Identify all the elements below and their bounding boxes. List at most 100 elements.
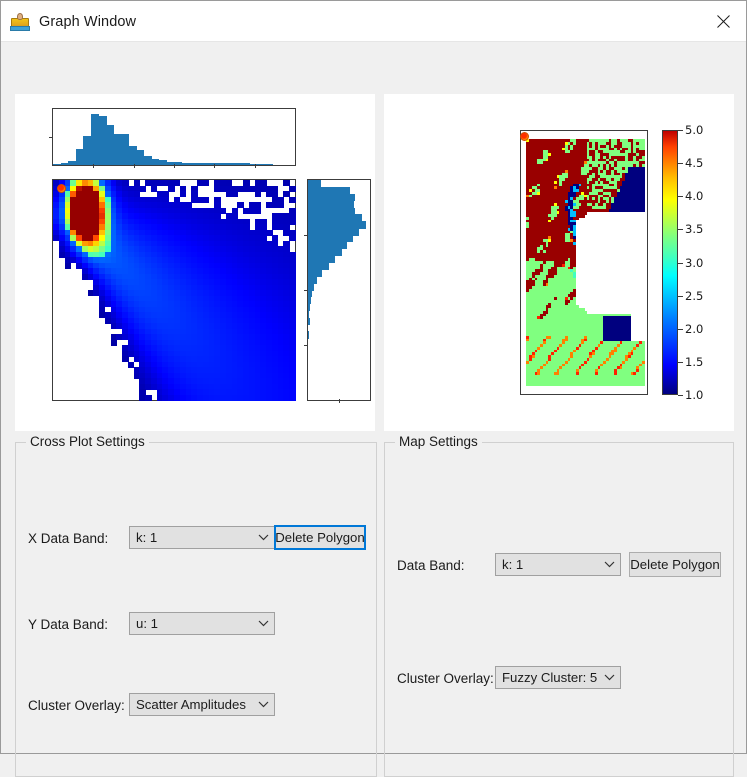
cross-plot-settings-group: Cross Plot Settings X Data Band: k: 1 De… [15,442,377,777]
density-cell [65,263,71,269]
chevron-down-icon [252,534,274,541]
cross-plot-cluster-overlay-value: Scatter Amplitudes [130,697,252,712]
histogram-bar [308,201,354,208]
chevron-down-icon [598,674,620,681]
polygon-vertex-marker[interactable] [520,132,529,141]
histogram-bar [308,297,311,304]
map-settings-group: Map Settings Data Band: k: 1 Delete Poly… [384,442,734,777]
density-cell [111,340,117,346]
map-cell [642,383,645,386]
colorbar-tick-label: 5.0 [685,123,703,137]
histogram-bar [308,221,366,228]
colorbar-tick-label: 4.0 [685,189,703,203]
cross-plot-card [15,94,375,431]
density-cell [289,219,295,225]
histogram-bar [308,304,310,311]
cluster-map[interactable] [520,130,648,395]
cross-plot-density[interactable] [52,179,296,401]
colorbar-tick-label: 2.5 [685,289,703,303]
density-cell [255,208,261,214]
histogram-bar [308,180,321,187]
colorbar-tick [678,263,683,264]
density-cell [203,180,209,186]
histogram-bar [308,187,350,194]
map-card: 1.0 1.5 2.0 2.5 3.0 3.5 4.0 4.5 5.0 [384,94,734,431]
x-data-band-value: k: 1 [130,530,252,545]
density-cell [289,395,295,401]
chevron-down-icon [252,620,274,627]
histogram-bar [265,164,273,165]
window-content: 1.0 1.5 2.0 2.5 3.0 3.5 4.0 4.5 5.0 Cross Plot S… [1,42,746,753]
map-colorbar [662,130,678,395]
colorbar-tick-label: 3.0 [685,256,703,270]
axis-tick [304,290,308,291]
axis-tick [339,399,340,403]
density-cell [168,186,174,192]
x-marginal-histogram[interactable] [52,108,296,166]
title-bar: Graph Window [1,1,746,42]
histogram-bar [308,269,322,276]
chevron-down-icon [598,561,620,568]
colorbar-tick [678,163,683,164]
map-cell [642,209,645,212]
graph-window: Graph Window 1.0 1.5 2.0 2.5 3.0 3.5 4.0 4.5 5.0 [0,0,747,754]
colorbar-tick [678,196,683,197]
histogram-bar [308,228,359,235]
cross-plot-settings-title: Cross Plot Settings [26,434,149,449]
y-marginal-histogram[interactable] [307,179,371,401]
histogram-bar [308,242,347,249]
axis-tick [304,345,308,346]
map-cluster-overlay-value: Fuzzy Cluster: 5 [496,670,598,685]
colorbar-tick-label: 4.5 [685,156,703,170]
map-data-band-select[interactable]: k: 1 [495,553,621,576]
map-cell [581,214,584,217]
colorbar-tick-label: 2.0 [685,322,703,336]
colorbar-tick [678,395,683,396]
map-settings-title: Map Settings [395,434,482,449]
axis-tick [49,137,53,138]
x-data-band-label: X Data Band: [28,531,108,546]
window-title: Graph Window [39,14,136,30]
histogram-bar [308,208,355,215]
y-data-band-label: Y Data Band: [28,617,108,632]
density-cell [255,191,261,197]
colorbar-tick [678,362,683,363]
histogram-bar [308,194,355,201]
axis-tick [304,235,308,236]
axis-tick [214,164,215,168]
colorbar-tick [678,296,683,297]
axis-tick [255,164,256,168]
axis-tick [93,164,94,168]
histogram-bar [308,263,329,270]
colorbar-tick [678,329,683,330]
x-data-band-select[interactable]: k: 1 [129,526,275,549]
density-cell [145,395,151,401]
map-delete-polygon-button[interactable]: Delete Polygon [629,552,721,577]
density-cell [139,186,145,192]
density-cell [289,186,295,192]
density-cell [289,197,295,203]
density-cell [289,235,295,241]
histogram-bar [308,283,314,290]
axis-tick [174,164,175,168]
close-icon [717,15,730,28]
density-cell [232,191,238,197]
cross-plot-cluster-overlay-select[interactable]: Scatter Amplitudes [129,693,275,716]
graph-window-icon [10,12,30,32]
histogram-bar [308,318,310,325]
histogram-bar [308,331,309,338]
histogram-bar [308,276,317,283]
map-cluster-overlay-select[interactable]: Fuzzy Cluster: 5 [495,666,621,689]
colorbar-tick [678,130,683,131]
colorbar-tick-label: 1.0 [685,388,703,402]
colorbar-tick-label: 3.5 [685,222,703,236]
y-data-band-select[interactable]: u: 1 [129,612,275,635]
histogram-bar [308,311,309,318]
cross-plot-delete-polygon-button[interactable]: Delete Polygon [274,525,366,550]
colorbar-tick-label: 1.5 [685,355,703,369]
histogram-bar [308,235,353,242]
close-button[interactable] [700,1,746,41]
density-cell [180,191,186,197]
colorbar-tick [678,229,683,230]
axis-tick [134,164,135,168]
